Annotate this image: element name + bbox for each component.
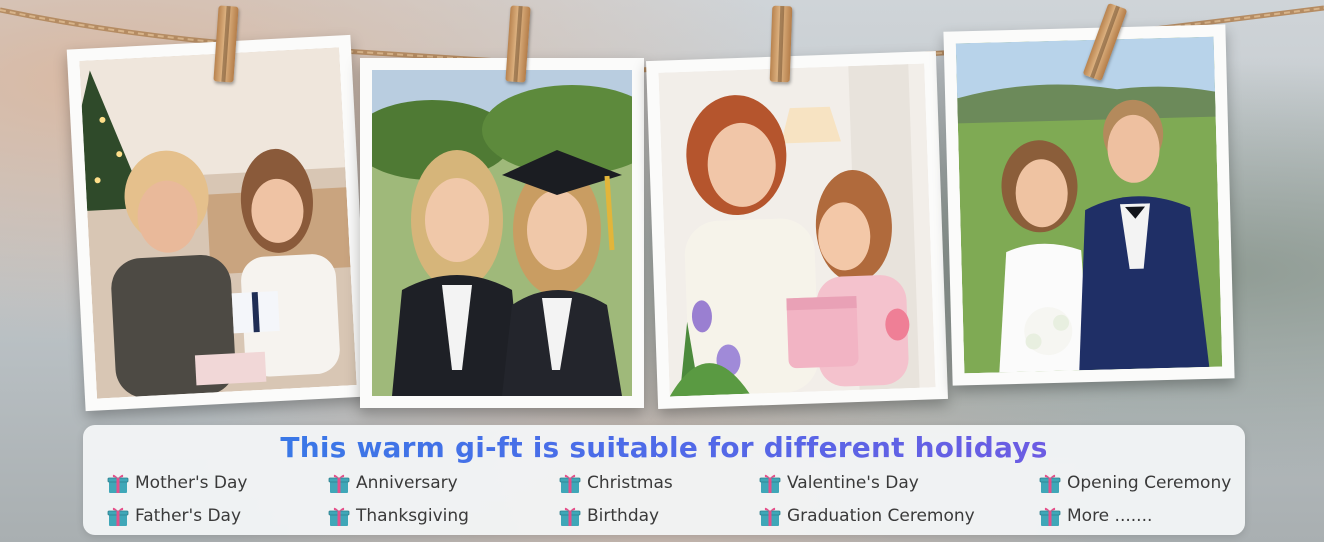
clothespin <box>769 5 793 83</box>
photo-card-birthday <box>646 51 948 409</box>
holiday-item: More ....... <box>1039 503 1152 529</box>
holiday-item: Mother's Day <box>107 470 247 496</box>
photo-card-mothers-day <box>66 34 370 412</box>
holiday-item: Christmas <box>559 470 673 496</box>
gift-icon <box>328 474 350 493</box>
holiday-item: Birthday <box>559 503 659 529</box>
holiday-label: Opening Ceremony <box>1067 473 1232 493</box>
holiday-label: Thanksgiving <box>356 506 469 526</box>
holiday-item: Valentine's Day <box>759 470 919 496</box>
holiday-item: Graduation Ceremony <box>759 503 975 529</box>
photo-mother-daughter-tulips <box>658 63 936 397</box>
holidays-banner: This warm gi-ft is suitable for differen… <box>83 425 1245 535</box>
gift-icon <box>759 507 781 526</box>
holiday-label: Graduation Ceremony <box>787 506 975 526</box>
gift-icon <box>107 474 129 493</box>
gift-icon <box>559 507 581 526</box>
holiday-item: Thanksgiving <box>328 503 469 529</box>
photo-two-graduates <box>372 70 632 396</box>
holiday-label: Mother's Day <box>135 473 248 493</box>
gift-icon <box>107 507 129 526</box>
photo-mother-daughter-christmas <box>79 47 357 399</box>
holiday-label: Birthday <box>587 506 660 526</box>
photo-card-wedding <box>943 24 1235 386</box>
holiday-label: Valentine's Day <box>787 473 919 493</box>
holiday-label: Christmas <box>587 473 673 493</box>
gift-icon <box>1039 507 1061 526</box>
photo-wedding-couple <box>955 36 1223 374</box>
holiday-item: Opening Ceremony <box>1039 470 1231 496</box>
photo-card-graduation <box>360 58 644 408</box>
banner-title: This warm gi-ft is suitable for differen… <box>83 431 1245 464</box>
gift-icon <box>759 474 781 493</box>
holiday-label: Father's Day <box>135 506 242 526</box>
gift-icon <box>559 474 581 493</box>
holiday-item: Anniversary <box>328 470 458 496</box>
holiday-item: Father's Day <box>107 503 241 529</box>
gift-icon <box>1039 474 1061 493</box>
holiday-label: More ....... <box>1067 506 1153 526</box>
gift-icon <box>328 507 350 526</box>
holiday-label: Anniversary <box>356 473 458 493</box>
